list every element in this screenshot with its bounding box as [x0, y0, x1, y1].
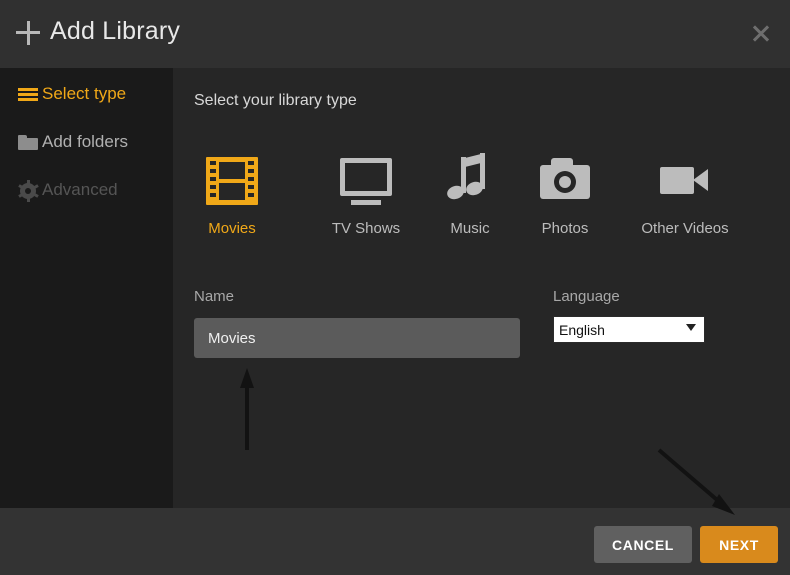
library-type-tv-shows[interactable]: TV Shows [311, 148, 421, 248]
library-type-label: Photos [541, 220, 589, 237]
name-field-label: Name [194, 288, 235, 305]
sidebar-item-label: Advanced [42, 180, 118, 199]
add-library-dialog: Add Library Select type Add folders Adva… [0, 0, 790, 575]
folder-icon [18, 133, 38, 153]
library-type-label: Movies [208, 220, 256, 237]
camera-icon [536, 153, 594, 207]
gear-icon [17, 180, 39, 202]
close-icon[interactable] [744, 16, 778, 50]
next-button[interactable]: NEXT [700, 526, 778, 563]
library-type-label: Other Videos [641, 220, 729, 237]
cancel-button[interactable]: CANCEL [594, 526, 692, 563]
library-type-music[interactable]: Music [415, 148, 525, 248]
dialog-header: Add Library [0, 0, 790, 68]
library-type-label: TV Shows [331, 220, 401, 237]
library-type-movies[interactable]: Movies [177, 148, 287, 248]
video-camera-icon [656, 153, 714, 207]
music-note-icon [441, 153, 499, 207]
dialog-footer: CANCEL NEXT [0, 508, 790, 575]
page-title: Add Library [50, 17, 181, 45]
sidebar-item-advanced: Advanced [0, 177, 173, 207]
name-input[interactable] [194, 318, 520, 358]
library-type-other-videos[interactable]: Other Videos [630, 148, 740, 248]
library-type-photos[interactable]: Photos [510, 148, 620, 248]
dialog-content: Select your library type Movies TV Shows… [173, 68, 790, 508]
library-type-picker: Movies TV Shows Music Photos Other Video… [173, 148, 790, 248]
film-strip-icon [203, 153, 261, 207]
language-field-label: Language [553, 288, 620, 305]
sidebar-item-label: Add folders [42, 132, 128, 151]
section-title: Select your library type [194, 92, 357, 109]
television-icon [337, 153, 395, 207]
library-type-label: Music [450, 220, 490, 237]
list-icon [18, 85, 38, 105]
sidebar-item-label: Select type [42, 84, 127, 103]
plus-icon [16, 21, 40, 45]
sidebar: Select type Add folders Advanced [0, 68, 173, 508]
language-select[interactable]: English [553, 316, 705, 343]
sidebar-item-add-folders[interactable]: Add folders [0, 129, 173, 159]
sidebar-item-select-type[interactable]: Select type [0, 81, 173, 111]
